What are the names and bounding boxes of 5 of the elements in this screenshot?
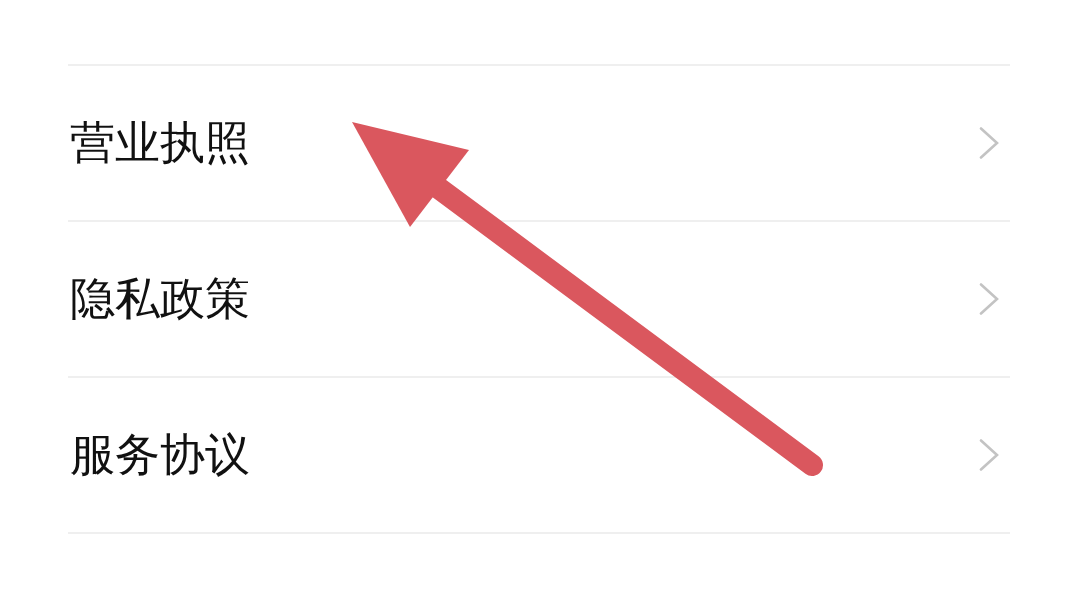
chevron-right-icon <box>979 439 999 471</box>
chevron-right-icon <box>979 127 999 159</box>
chevron-right-icon <box>979 283 999 315</box>
list-item[interactable]: 服务协议 <box>68 378 1010 534</box>
list-item[interactable]: 隐私政策 <box>68 222 1010 378</box>
